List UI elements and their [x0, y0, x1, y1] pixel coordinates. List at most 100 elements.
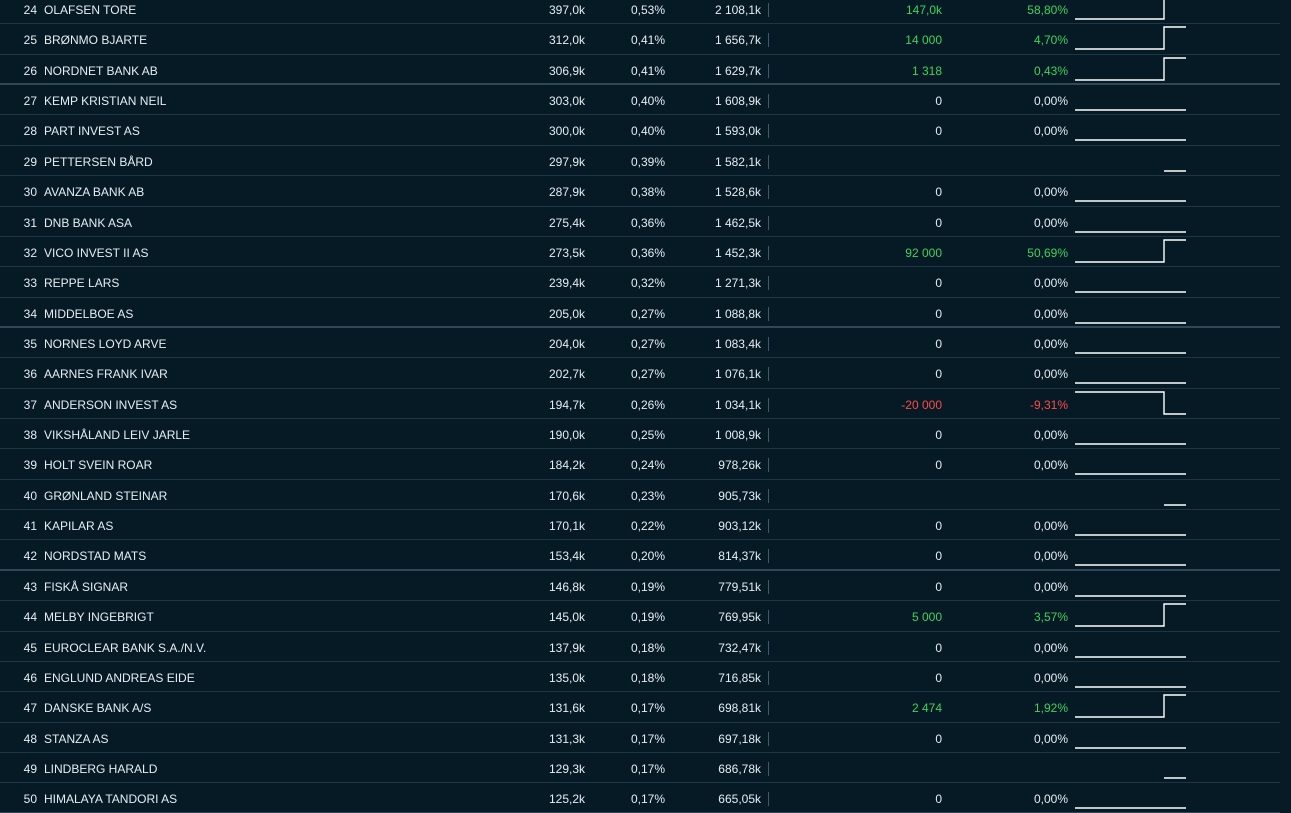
- table-row[interactable]: 31 DNB BANK ASA 275,4k 0,36% 1 462,5k 0 …: [0, 207, 1280, 237]
- table-row[interactable]: 40 GRØNLAND STEINAR 170,6k 0,23% 905,73k: [0, 480, 1280, 511]
- ownership-pct-cell: 0,19%: [630, 610, 665, 625]
- ownership-pct-cell: 0,18%: [630, 640, 665, 655]
- rank-cell: 31: [23, 215, 37, 230]
- shares-cell: 287,9k: [548, 185, 585, 200]
- table-row[interactable]: 46 ENGLUND ANDREAS EIDE 135,0k 0,18% 716…: [0, 662, 1280, 693]
- shares-cell: 239,4k: [548, 276, 585, 291]
- change-pct-cell: 1,92%: [1033, 701, 1068, 716]
- change-cell: 0: [935, 306, 942, 321]
- rank-cell: 30: [23, 185, 37, 200]
- table-row[interactable]: 30 AVANZA BANK AB 287,9k 0,38% 1 528,6k …: [0, 176, 1280, 207]
- table-row[interactable]: 49 LINDBERG HARALD 129,3k 0,17% 686,78k: [0, 753, 1280, 784]
- shareholder-name[interactable]: BRØNMO BJARTE: [44, 33, 147, 47]
- table-row[interactable]: 29 PETTERSEN BÅRD 297,9k 0,39% 1 582,1k: [0, 146, 1280, 177]
- shareholder-name[interactable]: EUROCLEAR BANK S.A./N.V.: [44, 641, 206, 655]
- table-row[interactable]: 43 FISKÅ SIGNAR 146,8k 0,19% 779,51k 0 0…: [0, 571, 1280, 602]
- table-row[interactable]: 48 STANZA AS 131,3k 0,17% 697,18k 0 0,00…: [0, 723, 1280, 753]
- trend-sparkline-icon: [1075, 807, 1186, 810]
- shareholder-name[interactable]: KAPILAR AS: [44, 519, 113, 533]
- change-cell: 0: [935, 792, 942, 807]
- scrollbar[interactable]: [1280, 0, 1291, 813]
- table-row[interactable]: 37 ANDERSON INVEST AS 194,7k 0,26% 1 034…: [0, 389, 1280, 420]
- shareholder-name[interactable]: ANDERSON INVEST AS: [44, 398, 177, 412]
- trend-sparkline-icon: [1164, 504, 1186, 506]
- column-divider: [768, 549, 769, 564]
- ownership-pct-cell: 0,23%: [630, 488, 665, 503]
- shareholder-name[interactable]: DANSKE BANK A/S: [44, 701, 151, 715]
- rank-cell: 39: [23, 458, 37, 473]
- shares-cell: 312,0k: [548, 33, 585, 48]
- column-divider: [768, 488, 769, 503]
- shareholder-name[interactable]: LINDBERG HARALD: [44, 762, 157, 776]
- shareholder-name[interactable]: GRØNLAND STEINAR: [44, 489, 167, 503]
- shareholder-name[interactable]: VIKSHÅLAND LEIV JARLE: [44, 428, 190, 442]
- change-cell: 5 000: [911, 610, 942, 625]
- column-divider: [768, 367, 769, 382]
- table-row[interactable]: 34 MIDDELBOE AS 205,0k 0,27% 1 088,8k 0 …: [0, 298, 1280, 328]
- shareholder-name[interactable]: AVANZA BANK AB: [44, 185, 144, 199]
- shares-cell: 129,3k: [548, 761, 585, 776]
- change-pct-cell: 0,00%: [1033, 458, 1068, 473]
- shareholder-name[interactable]: MELBY INGEBRIGT: [44, 610, 154, 624]
- shareholder-name[interactable]: HOLT SVEIN ROAR: [44, 458, 152, 472]
- table-row[interactable]: 25 BRØNMO BJARTE 312,0k 0,41% 1 656,7k 1…: [0, 24, 1280, 55]
- column-divider: [768, 792, 769, 807]
- shareholder-name[interactable]: FISKÅ SIGNAR: [44, 580, 128, 594]
- table-row[interactable]: 33 REPPE LARS 239,4k 0,32% 1 271,3k 0 0,…: [0, 267, 1280, 298]
- trend-sparkline-icon: [1075, 321, 1186, 324]
- change-cell: 0: [935, 124, 942, 139]
- trend-sparkline-icon: [1164, 170, 1186, 172]
- table-row[interactable]: 45 EUROCLEAR BANK S.A./N.V. 137,9k 0,18%…: [0, 632, 1280, 662]
- ownership-pct-cell: 0,53%: [630, 3, 665, 17]
- table-row[interactable]: 50 HIMALAYA TANDORI AS 125,2k 0,17% 665,…: [0, 783, 1280, 813]
- shareholder-name[interactable]: DNB BANK ASA: [44, 216, 132, 230]
- shareholder-name[interactable]: NORNES LOYD ARVE: [44, 337, 166, 351]
- table-row[interactable]: 38 VIKSHÅLAND LEIV JARLE 190,0k 0,25% 1 …: [0, 419, 1280, 450]
- table-row[interactable]: 47 DANSKE BANK A/S 131,6k 0,17% 698,81k …: [0, 692, 1280, 723]
- change-cell: 0: [935, 428, 942, 443]
- shareholder-name[interactable]: NORDNET BANK AB: [44, 64, 158, 78]
- column-divider: [768, 276, 769, 291]
- value-cell: 905,73k: [718, 488, 761, 503]
- shareholder-name[interactable]: REPPE LARS: [44, 276, 119, 290]
- change-pct-cell: 58,80%: [1027, 3, 1068, 17]
- ownership-pct-cell: 0,18%: [630, 670, 665, 685]
- ownership-pct-cell: 0,24%: [630, 458, 665, 473]
- rank-cell: 33: [23, 276, 37, 291]
- shareholder-name[interactable]: STANZA AS: [44, 732, 108, 746]
- shareholder-name[interactable]: HIMALAYA TANDORI AS: [44, 792, 177, 806]
- shares-cell: 306,9k: [548, 63, 585, 78]
- shareholder-name[interactable]: OLAFSEN TORE: [44, 3, 136, 17]
- shares-cell: 205,0k: [548, 306, 585, 321]
- shareholder-name[interactable]: AARNES FRANK IVAR: [44, 367, 168, 381]
- shareholder-name[interactable]: PETTERSEN BÅRD: [44, 155, 153, 169]
- table-row[interactable]: 39 HOLT SVEIN ROAR 184,2k 0,24% 978,26k …: [0, 449, 1280, 480]
- rank-cell: 34: [23, 306, 37, 321]
- shareholder-name[interactable]: PART INVEST AS: [44, 124, 140, 138]
- table-row[interactable]: 28 PART INVEST AS 300,0k 0,40% 1 593,0k …: [0, 115, 1280, 146]
- change-cell: 1 318: [911, 63, 942, 78]
- table-row[interactable]: 42 NORDSTAD MATS 153,4k 0,20% 814,37k 0 …: [0, 540, 1280, 571]
- table-row[interactable]: 44 MELBY INGEBRIGT 145,0k 0,19% 769,95k …: [0, 601, 1280, 632]
- shareholder-name[interactable]: ENGLUND ANDREAS EIDE: [44, 671, 195, 685]
- change-pct-cell: 4,70%: [1033, 33, 1068, 48]
- table-row[interactable]: 35 NORNES LOYD ARVE 204,0k 0,27% 1 083,4…: [0, 328, 1280, 359]
- table-row[interactable]: 32 VICO INVEST II AS 273,5k 0,36% 1 452,…: [0, 237, 1280, 268]
- table-row[interactable]: 36 AARNES FRANK IVAR 202,7k 0,27% 1 076,…: [0, 358, 1280, 389]
- table-row[interactable]: 41 KAPILAR AS 170,1k 0,22% 903,12k 0 0,0…: [0, 510, 1280, 541]
- change-cell: 0: [935, 549, 942, 564]
- change-pct-cell: 0,00%: [1033, 519, 1068, 534]
- column-divider: [768, 124, 769, 139]
- shareholder-name[interactable]: VICO INVEST II AS: [44, 246, 148, 260]
- column-divider: [768, 701, 769, 716]
- table-row[interactable]: 26 NORDNET BANK AB 306,9k 0,41% 1 629,7k…: [0, 55, 1280, 86]
- value-cell: 779,51k: [718, 579, 761, 594]
- change-cell: 92 000: [905, 245, 942, 260]
- shareholder-name[interactable]: KEMP KRISTIAN NEIL: [44, 94, 166, 108]
- shareholder-name[interactable]: NORDSTAD MATS: [44, 549, 146, 563]
- shareholder-name[interactable]: MIDDELBOE AS: [44, 307, 133, 321]
- rank-cell: 28: [23, 124, 37, 139]
- change-cell: 0: [935, 94, 942, 109]
- table-row[interactable]: 27 KEMP KRISTIAN NEIL 303,0k 0,40% 1 608…: [0, 85, 1280, 116]
- table-row[interactable]: 24 OLAFSEN TORE 397,0k 0,53% 2 108,1k 14…: [0, 0, 1280, 25]
